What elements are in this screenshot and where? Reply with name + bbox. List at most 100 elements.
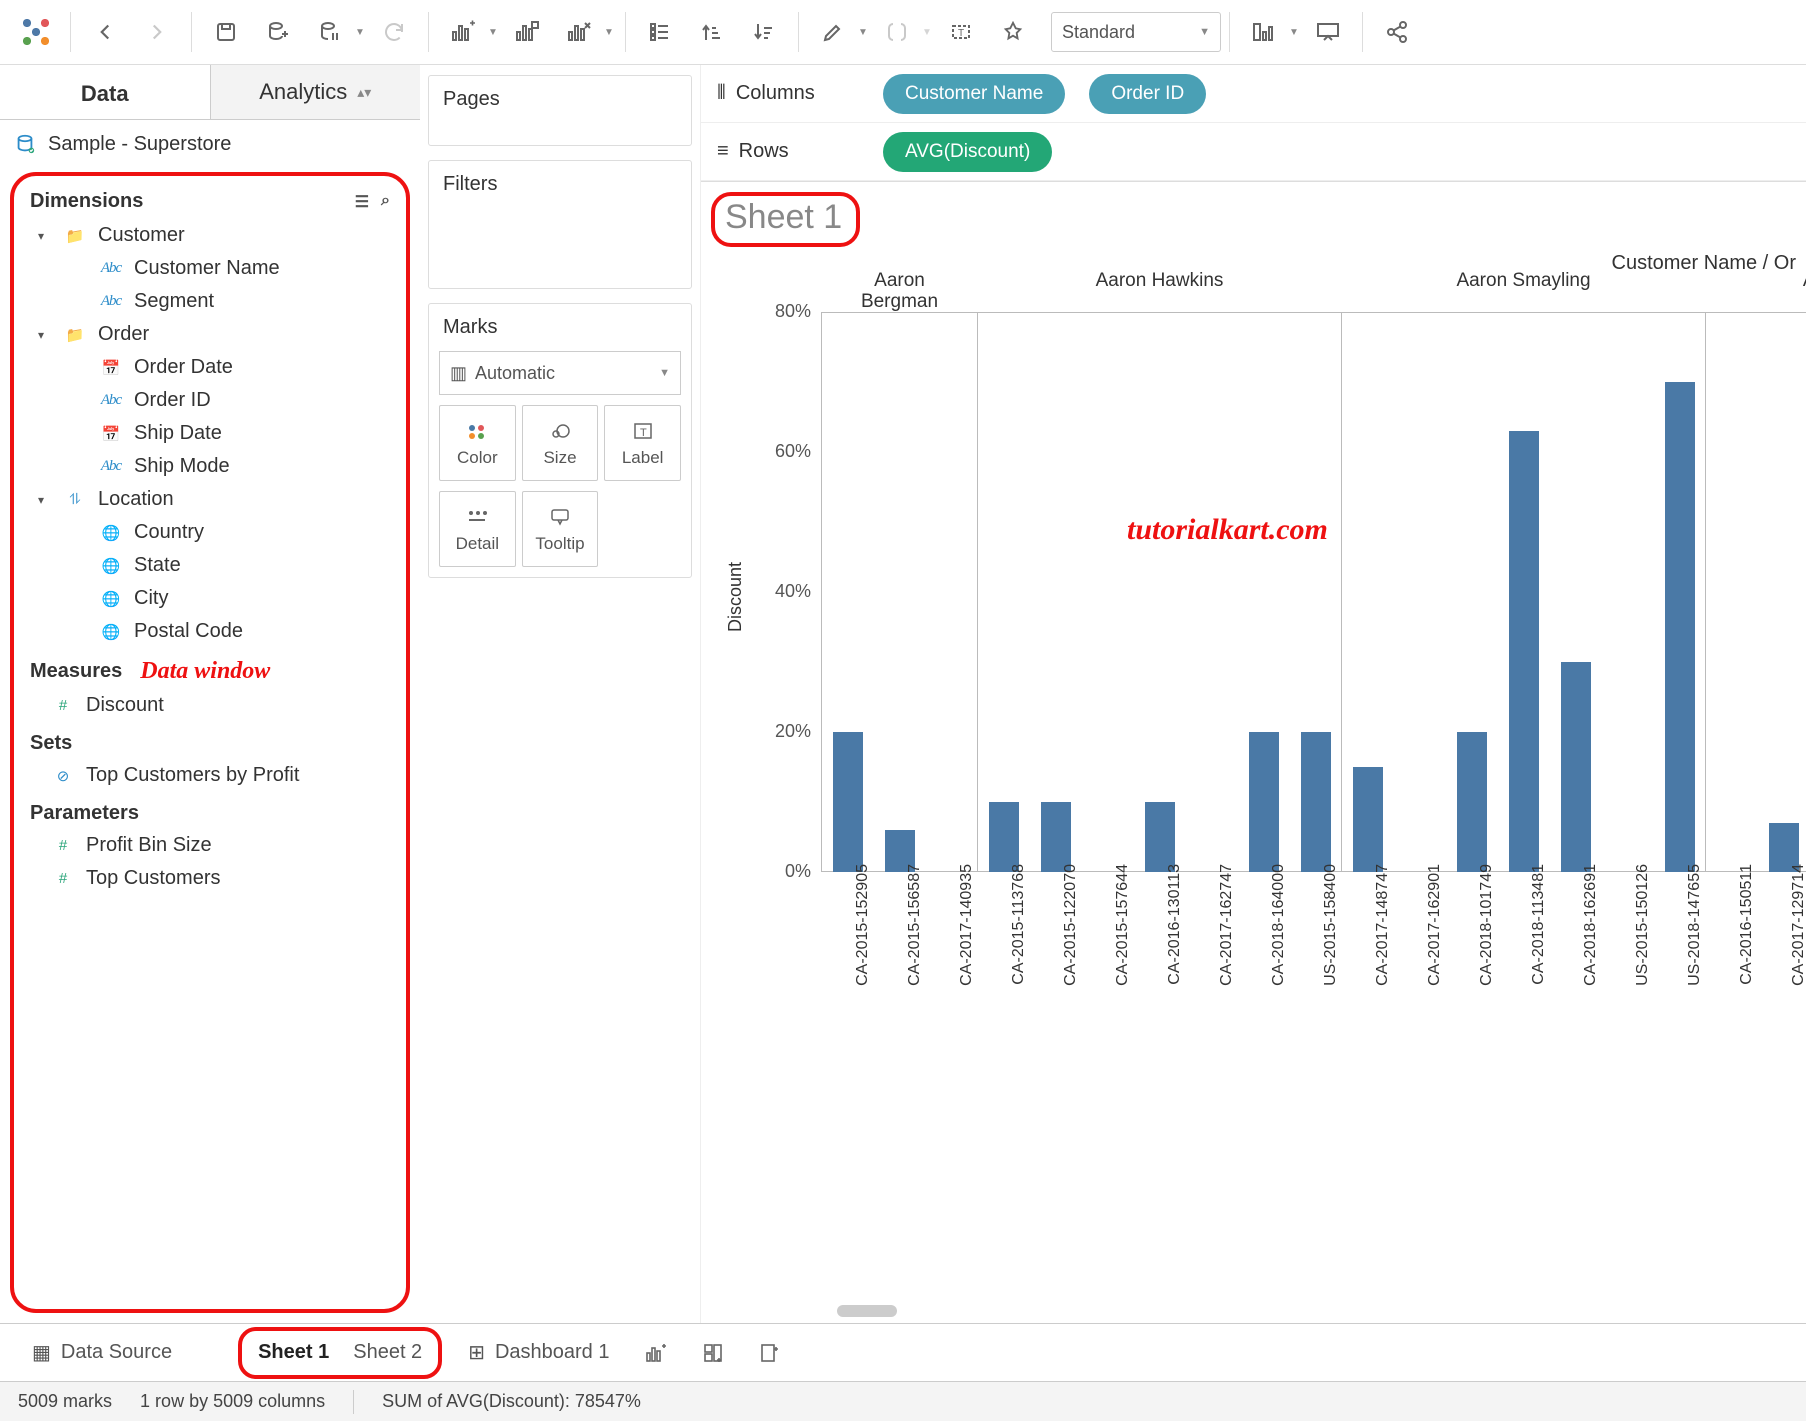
pill-avg-discount[interactable]: AVG(Discount) [883, 132, 1052, 172]
y-tick: 40% [751, 581, 811, 602]
new-dashboard-tab[interactable] [685, 1333, 741, 1373]
tab-sheet-1[interactable]: Sheet 1 [246, 1333, 341, 1373]
field-ship-mode[interactable]: AbcShip Mode [20, 450, 400, 483]
bar[interactable] [1665, 382, 1695, 872]
field-customer-name[interactable]: AbcCustomer Name [20, 252, 400, 285]
mark-type-selector[interactable]: ▥Automatic ▼ [439, 351, 681, 395]
show-labels-icon[interactable]: T [935, 6, 987, 58]
rows-shelf[interactable]: ≡Rows AVG(Discount) [701, 123, 1806, 181]
forward-icon[interactable] [131, 6, 183, 58]
field-discount[interactable]: #Discount [20, 689, 400, 722]
group-icon[interactable] [871, 6, 923, 58]
param-profit-bin[interactable]: #Profit Bin Size [20, 829, 400, 862]
tab-analytics[interactable]: Analytics▴▾ [210, 65, 421, 120]
bar[interactable] [989, 802, 1019, 872]
field-city[interactable]: 🌐City [20, 582, 400, 615]
dropdown-caret-icon[interactable]: ▼ [601, 27, 617, 38]
viz-area: Sheet 1 Customer Name / Or Discount 0%20… [701, 182, 1806, 1323]
columns-icon: ⦀ [717, 82, 726, 105]
fit-selector[interactable]: Standard ▼ [1051, 12, 1221, 52]
size-icon [549, 418, 571, 444]
pill-customer-name[interactable]: Customer Name [883, 74, 1065, 114]
pill-order-id[interactable]: Order ID [1089, 74, 1206, 114]
duplicate-sheet-icon[interactable] [501, 6, 553, 58]
field-segment[interactable]: AbcSegment [20, 285, 400, 318]
pages-card[interactable]: Pages [428, 75, 692, 146]
highlight-icon[interactable] [807, 6, 859, 58]
tab-dashboard-1[interactable]: ⊞Dashboard 1 [450, 1333, 627, 1373]
dropdown-caret-icon[interactable]: ▼ [919, 27, 935, 38]
save-icon[interactable] [200, 6, 252, 58]
refresh-icon[interactable] [368, 6, 420, 58]
pause-updates-icon[interactable] [304, 6, 356, 58]
swap-icon[interactable] [634, 6, 686, 58]
folder-order[interactable]: ▾📁Order [20, 318, 400, 351]
y-tick: 60% [751, 441, 811, 462]
folder-customer[interactable]: ▾📁Customer [20, 219, 400, 252]
new-worksheet-icon[interactable] [437, 6, 489, 58]
marks-card: Marks ▥Automatic ▼ Color Size TLabel Det… [428, 303, 692, 578]
tab-sheet-2[interactable]: Sheet 2 [341, 1333, 434, 1373]
bar[interactable] [1561, 662, 1591, 872]
bar[interactable] [1353, 767, 1383, 872]
dropdown-caret-icon[interactable]: ▼ [485, 27, 501, 38]
sort-desc-icon[interactable] [738, 6, 790, 58]
presentation-icon[interactable] [1302, 6, 1354, 58]
share-icon[interactable] [1371, 6, 1423, 58]
new-story-tab[interactable] [741, 1333, 797, 1373]
columns-shelf[interactable]: ⦀Columns Customer Name Order ID [701, 65, 1806, 123]
x-category-label: CA-2015-122070 [1062, 864, 1080, 986]
hierarchy-icon: ⥮ [62, 491, 88, 508]
pin-icon[interactable] [987, 6, 1039, 58]
field-order-id[interactable]: AbcOrder ID [20, 384, 400, 417]
annotation-data-window: Data window [140, 658, 270, 685]
bar[interactable] [1249, 732, 1279, 872]
bar[interactable] [1509, 431, 1539, 872]
bar[interactable] [1145, 802, 1175, 872]
bar[interactable] [1041, 802, 1071, 872]
sheet-title[interactable]: Sheet 1 [725, 198, 842, 236]
mark-tooltip[interactable]: Tooltip [522, 491, 599, 567]
field-ship-date[interactable]: 📅Ship Date [20, 417, 400, 450]
status-agg: SUM of AVG(Discount): 78547% [382, 1391, 641, 1412]
field-country[interactable]: 🌐Country [20, 516, 400, 549]
new-data-source-icon[interactable] [252, 6, 304, 58]
show-cards-icon[interactable] [1238, 6, 1290, 58]
calendar-icon: 📅 [98, 359, 124, 377]
bar[interactable] [833, 732, 863, 872]
mark-color[interactable]: Color [439, 405, 516, 481]
number-icon: # [50, 870, 76, 887]
field-order-date[interactable]: 📅Order Date [20, 351, 400, 384]
horizontal-scrollbar[interactable] [837, 1305, 897, 1317]
back-icon[interactable] [79, 6, 131, 58]
field-state[interactable]: 🌐State [20, 549, 400, 582]
x-category-label: US-2015-150126 [1634, 864, 1652, 986]
tab-data[interactable]: Data [0, 65, 210, 120]
tab-data-source[interactable]: ▦Data Source [14, 1333, 190, 1373]
view-list-icon[interactable]: ☰ [355, 192, 369, 212]
field-postal-code[interactable]: 🌐Postal Code [20, 615, 400, 648]
dropdown-caret-icon[interactable]: ▼ [1286, 27, 1302, 38]
search-icon[interactable]: ⌕ [381, 192, 390, 212]
mark-label[interactable]: TLabel [604, 405, 681, 481]
clear-sheet-icon[interactable] [553, 6, 605, 58]
tableau-logo-icon[interactable] [10, 6, 62, 58]
dropdown-caret-icon[interactable]: ▼ [855, 27, 871, 38]
param-top-customers[interactable]: #Top Customers [20, 862, 400, 895]
calendar-icon: 📅 [98, 425, 124, 443]
dropdown-caret-icon[interactable]: ▼ [352, 27, 368, 38]
sort-asc-icon[interactable] [686, 6, 738, 58]
new-worksheet-tab[interactable] [627, 1333, 685, 1373]
data-source-row[interactable]: Sample - Superstore [0, 120, 420, 168]
plot-area[interactable]: tutorialkart.com Aaron BergmanCA-2015-15… [821, 312, 1806, 872]
folder-location[interactable]: ▾⥮Location [20, 483, 400, 516]
svg-text:T: T [958, 28, 964, 39]
mark-size[interactable]: Size [522, 405, 599, 481]
bar[interactable] [1457, 732, 1487, 872]
bar[interactable] [1301, 732, 1331, 872]
set-top-customers[interactable]: ⊘Top Customers by Profit [20, 759, 400, 792]
abc-icon: Abc [98, 392, 124, 409]
fit-selector-label: Standard [1062, 22, 1135, 43]
mark-detail[interactable]: Detail [439, 491, 516, 567]
filters-card[interactable]: Filters [428, 160, 692, 289]
